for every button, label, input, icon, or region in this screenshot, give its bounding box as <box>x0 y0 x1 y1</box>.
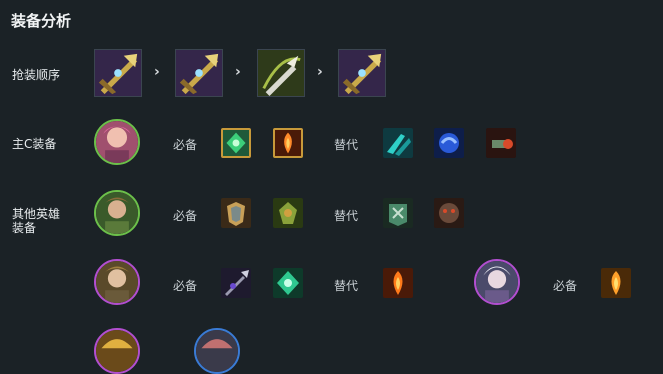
champion-avatar-other-3[interactable] <box>474 259 520 305</box>
chevron-right-icon: › <box>235 64 241 80</box>
champion-portrait-icon <box>96 330 138 372</box>
other-heroes-label: 其他英雄 装备 <box>12 207 60 235</box>
champion-portrait-icon <box>96 121 138 163</box>
flame-bow-icon <box>601 268 631 298</box>
main-carry-label: 主C装备 <box>12 137 57 151</box>
spear-of-shojin-icon <box>95 50 141 96</box>
champion-avatar-other-5[interactable] <box>194 328 240 374</box>
main-required-item-2[interactable] <box>273 128 303 158</box>
required-tag: 必备 <box>173 209 198 223</box>
alternative-tag: 替代 <box>334 209 359 223</box>
champion-avatar-other-1[interactable] <box>94 190 140 236</box>
other1-required-item-1[interactable] <box>221 198 251 228</box>
other1-required-item-2[interactable] <box>273 198 303 228</box>
champion-portrait-icon <box>96 261 138 303</box>
item-slot-4[interactable] <box>338 49 386 97</box>
blue-gauntlet-icon <box>434 128 464 158</box>
spear-of-shojin-icon <box>339 50 385 96</box>
chevron-right-icon: › <box>317 64 323 80</box>
champion-portrait-icon <box>96 192 138 234</box>
champion-portrait-icon <box>476 261 518 303</box>
component-bow-sword-icon <box>258 50 304 96</box>
crimson-cannon-icon <box>486 128 516 158</box>
other1-alt-item-1[interactable] <box>383 198 413 228</box>
alternative-tag: 替代 <box>334 138 359 152</box>
required-tag: 必备 <box>173 279 198 293</box>
jade-vest-icon <box>383 198 413 228</box>
flame-bow-icon <box>383 268 413 298</box>
thorny-crest-icon <box>273 198 303 228</box>
emerald-crest-icon <box>223 130 249 156</box>
emerald-crest-icon <box>273 268 303 298</box>
chevron-right-icon: › <box>154 64 160 80</box>
golden-armor-icon <box>221 198 251 228</box>
other1-alt-item-2[interactable] <box>434 198 464 228</box>
champion-portrait-icon <box>196 330 238 372</box>
other2-required-item-1[interactable] <box>221 268 251 298</box>
item-slot-1[interactable] <box>94 49 142 97</box>
other3-required-item-1[interactable] <box>601 268 631 298</box>
build-order-label: 抢装顺序 <box>12 68 61 82</box>
item-slot-3[interactable] <box>257 49 305 97</box>
spear-tip-icon <box>221 268 251 298</box>
flame-bow-icon <box>275 130 301 156</box>
required-tag: 必备 <box>553 279 578 293</box>
other-heroes-label-line2: 装备 <box>12 221 37 235</box>
required-tag: 必备 <box>173 138 198 152</box>
alternative-tag: 替代 <box>334 279 359 293</box>
section-title: 装备分析 <box>11 12 72 30</box>
champion-avatar-main[interactable] <box>94 119 140 165</box>
champion-avatar-other-2[interactable] <box>94 259 140 305</box>
main-required-item-1[interactable] <box>221 128 251 158</box>
item-slot-2[interactable] <box>175 49 223 97</box>
other2-alt-item-1[interactable] <box>383 268 413 298</box>
iron-mask-icon <box>434 198 464 228</box>
main-alt-item-3[interactable] <box>486 128 516 158</box>
other2-required-item-2[interactable] <box>273 268 303 298</box>
main-alt-item-2[interactable] <box>434 128 464 158</box>
teal-blades-icon <box>383 128 413 158</box>
spear-of-shojin-icon <box>176 50 222 96</box>
main-alt-item-1[interactable] <box>383 128 413 158</box>
other-heroes-label-line1: 其他英雄 <box>12 207 61 221</box>
champion-avatar-other-4[interactable] <box>94 328 140 374</box>
